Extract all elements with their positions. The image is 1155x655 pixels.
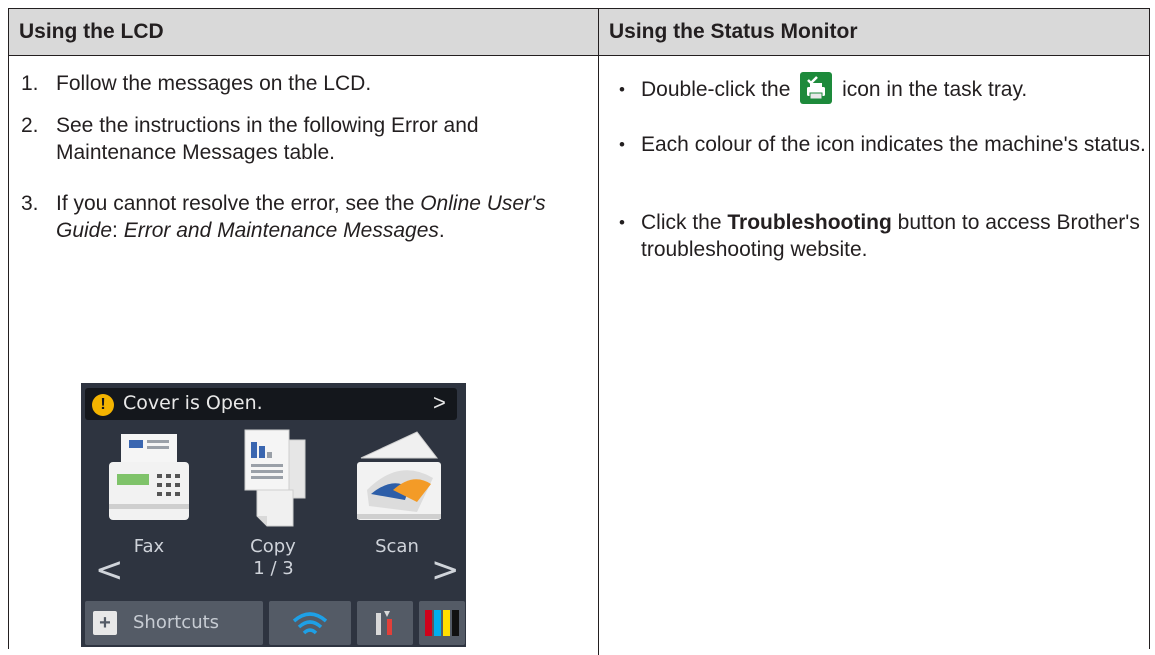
wifi-icon: [292, 612, 328, 635]
bullet-text: Each colour of the icon indicates the ma…: [641, 133, 1146, 156]
step-text: If you cannot resolve the error, see the…: [56, 190, 596, 244]
lcd-screen-image: ! Cover is Open. > Fax Copy Scan < 1 / 3…: [81, 383, 466, 647]
page-indicator: 1 / 3: [253, 558, 294, 579]
error-info-table: Using the LCD Using the Status Monitor 1…: [8, 8, 1151, 655]
bullet-text-part: icon in the task tray.: [836, 78, 1028, 101]
topic-reference: Error and Maintenance Messages: [123, 219, 439, 242]
shortcuts-label: Shortcuts: [133, 612, 220, 633]
lcd-message-bar: ! Cover is Open. >: [85, 388, 457, 420]
step-text: See the instructions in the following Er…: [56, 114, 479, 164]
header-using-lcd: Using the LCD: [19, 20, 164, 43]
chevron-right-icon: >: [433, 390, 446, 415]
bullet-dot: •: [619, 80, 625, 99]
ink-icon: [425, 610, 459, 636]
scan-icon: [357, 431, 441, 520]
step-number: 2.: [21, 114, 39, 137]
bullet-text-part: Double-click the: [641, 78, 797, 101]
app-label-copy: Copy: [250, 536, 296, 557]
warning-icon: !: [92, 394, 114, 416]
status-monitor-tray-icon: [800, 72, 833, 105]
lcd-message: Cover is Open.: [123, 392, 263, 414]
app-fax: Fax: [99, 428, 199, 557]
header-using-status-monitor: Using the Status Monitor: [598, 9, 1150, 55]
app-scan: Scan: [347, 428, 447, 557]
bullet-text-part: Click the: [641, 211, 728, 234]
copy-icon: [244, 429, 306, 527]
chevron-right-icon: >: [431, 550, 460, 590]
column-divider: [598, 55, 599, 655]
ink-button: [419, 601, 465, 645]
settings-tools-icon: [376, 611, 392, 635]
step-text: Follow the messages on the LCD.: [56, 72, 372, 95]
troubleshooting-label: Troubleshooting: [727, 211, 892, 234]
step-number: 1.: [21, 72, 39, 95]
fax-icon: [109, 434, 189, 520]
step-text-end: .: [438, 219, 445, 242]
table-right-border: [1149, 9, 1150, 649]
step-number: 3.: [21, 192, 39, 215]
plus-icon: +: [93, 611, 117, 635]
step-text-part: If you cannot resolve the error, see the: [56, 192, 421, 215]
shortcuts-button: + Shortcuts: [85, 601, 263, 645]
bullet-text: Double-click the icon in the task tray.: [641, 72, 1151, 105]
wifi-button: [269, 601, 351, 645]
settings-button: [357, 601, 413, 645]
app-copy: Copy: [223, 428, 323, 557]
bullet-dot: •: [619, 135, 625, 154]
step-text-separator: :: [112, 219, 124, 242]
table-header-row: Using the LCD Using the Status Monitor: [9, 9, 1150, 56]
bullet-dot: •: [619, 213, 625, 232]
bullet-text: Click the Troubleshooting button to acce…: [641, 209, 1151, 263]
